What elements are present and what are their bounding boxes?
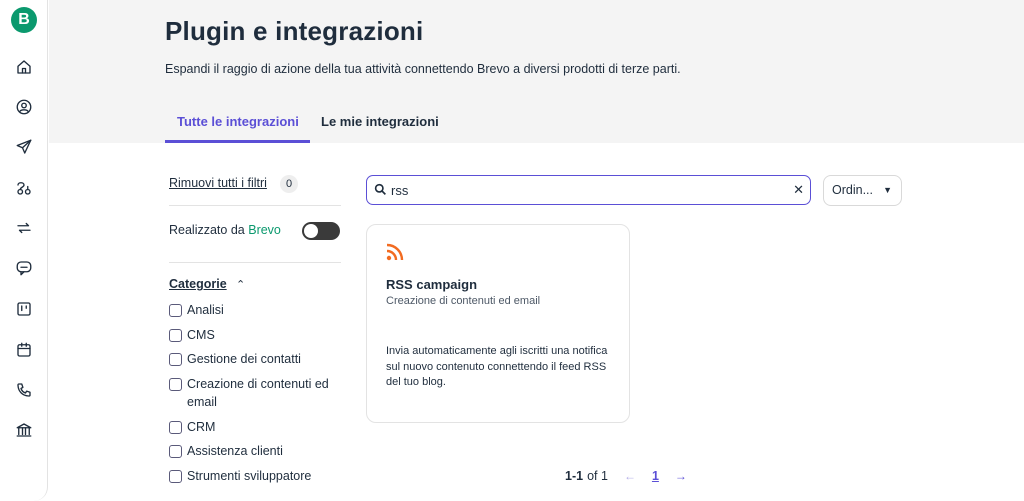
category-label: CMS <box>187 327 215 342</box>
toggle-knob <box>304 224 318 238</box>
pagination-range: 1-1 <box>565 469 584 483</box>
category-checkbox[interactable] <box>169 328 182 342</box>
category-item[interactable]: Assistenza clienti <box>169 442 347 461</box>
rss-icon <box>386 243 404 261</box>
sort-dropdown[interactable]: Ordin... ▼ <box>823 175 902 206</box>
conversations-icon[interactable] <box>14 258 34 278</box>
tab-my-integrations[interactable]: Le mie integrazioni <box>321 114 439 129</box>
close-icon[interactable]: ✕ <box>793 182 804 198</box>
home-icon[interactable] <box>14 57 34 77</box>
search-icon <box>374 183 387 196</box>
automations-icon[interactable] <box>14 178 34 198</box>
page-title: Plugin e integrazioni <box>165 16 424 46</box>
categories-header[interactable]: Categorie <box>169 277 227 291</box>
transactional-icon[interactable] <box>14 218 34 238</box>
brevo-logo[interactable]: B <box>11 7 37 33</box>
category-item[interactable]: Creazione di contenuti ed email <box>169 375 347 412</box>
arrow-left-icon[interactable]: ← <box>624 469 636 483</box>
page-subtitle: Espandi il raggio di azione della tua at… <box>165 62 681 76</box>
made-by-brevo-toggle[interactable] <box>302 222 340 240</box>
category-item[interactable]: CRM <box>169 418 347 437</box>
category-checkbox[interactable] <box>169 420 182 434</box>
divider <box>169 262 341 263</box>
category-item[interactable]: Strumenti sviluppatore <box>169 467 347 486</box>
search-box: ✕ <box>366 175 811 205</box>
pagination: 1-1 of 1 ← 1 → <box>565 469 687 483</box>
made-by-text: Realizzato da <box>169 223 245 237</box>
active-tab-indicator <box>165 140 310 143</box>
integration-description: Invia automaticamente agli iscritti una … <box>386 345 608 388</box>
deals-icon[interactable] <box>14 299 34 319</box>
active-filter-count-badge: 0 <box>280 175 298 193</box>
category-list: Analisi CMS Gestione dei contatti Creazi… <box>169 301 347 491</box>
arrow-right-icon[interactable]: → <box>675 469 687 483</box>
category-item[interactable]: Analisi <box>169 301 347 320</box>
contacts-icon[interactable] <box>14 97 34 117</box>
brevo-brand-text: Brevo <box>248 223 281 237</box>
search-input[interactable] <box>391 181 781 199</box>
left-nav-rail: B <box>0 0 48 501</box>
pagination-page-link[interactable]: 1 <box>652 469 659 483</box>
category-checkbox[interactable] <box>169 445 182 458</box>
campaigns-icon[interactable] <box>14 137 34 157</box>
phone-icon[interactable] <box>14 380 34 400</box>
category-checkbox[interactable] <box>169 304 182 317</box>
category-item[interactable]: CMS <box>169 326 347 345</box>
chevron-down-icon: ▼ <box>883 185 892 195</box>
category-item[interactable]: Gestione dei contatti <box>169 350 347 369</box>
made-by-brevo-label: Realizzato da Brevo <box>169 223 281 237</box>
category-label: Assistenza clienti <box>187 444 283 458</box>
category-checkbox[interactable] <box>169 469 182 483</box>
integration-title: RSS campaign <box>386 277 478 292</box>
integration-card[interactable]: RSS campaign Creazione di contenuti ed e… <box>366 224 630 423</box>
page-header: Plugin e integrazioni Espandi il raggio … <box>49 0 1024 143</box>
category-label: Analisi <box>187 303 224 317</box>
remove-all-filters-link[interactable]: Rimuovi tutti i filtri <box>169 176 267 190</box>
tab-all-integrations[interactable]: Tutte le integrazioni <box>177 114 299 129</box>
chevron-up-icon[interactable]: ⌃ <box>236 278 245 291</box>
sort-label: Ordin... <box>832 183 873 197</box>
category-checkbox[interactable] <box>169 377 182 391</box>
category-label: Gestione dei contatti <box>187 352 301 366</box>
category-label: Strumenti sviluppatore <box>187 468 312 483</box>
bank-icon[interactable] <box>14 420 34 440</box>
meetings-icon[interactable] <box>14 340 34 360</box>
integration-category: Creazione di contenuti ed email <box>386 295 541 307</box>
category-label: Creazione di contenuti ed email <box>187 376 329 410</box>
divider <box>169 205 341 206</box>
category-label: CRM <box>187 419 216 434</box>
category-checkbox[interactable] <box>169 353 182 366</box>
pagination-total: of 1 <box>587 469 608 483</box>
